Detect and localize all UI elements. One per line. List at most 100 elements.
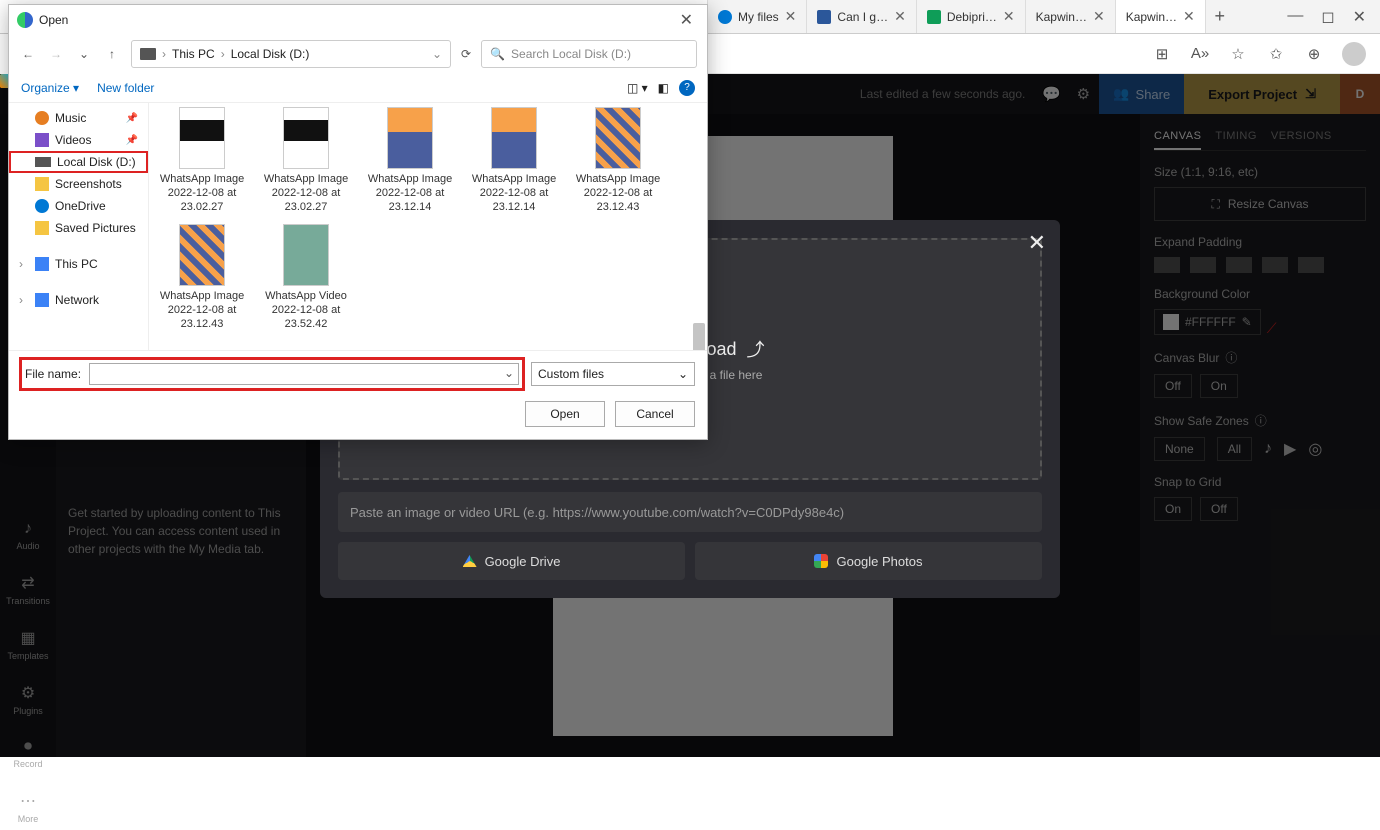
google-drive-button[interactable]: Google Drive	[338, 542, 685, 580]
new-folder-button[interactable]: New folder	[97, 81, 154, 95]
share-button[interactable]: 👥Share	[1099, 74, 1184, 114]
browser-tab[interactable]: My files✕	[708, 0, 807, 33]
browser-tab[interactable]: Can I g…✕	[807, 0, 916, 33]
file-item[interactable]: WhatsApp Image 2022-12-08 at 23.02.27	[261, 107, 351, 214]
layout-opt[interactable]	[1298, 257, 1324, 273]
layout-opt[interactable]	[1226, 257, 1252, 273]
apps-icon[interactable]: ⊞	[1152, 44, 1172, 64]
scrollbar[interactable]	[691, 103, 707, 350]
sidebar-item-more[interactable]: ⋯More	[0, 785, 56, 830]
expand-padding-options[interactable]	[1154, 257, 1366, 273]
file-item[interactable]: WhatsApp Image 2022-12-08 at 23.12.43	[157, 224, 247, 331]
tree-item-local-disk-d-[interactable]: Local Disk (D:)	[9, 151, 148, 173]
file-item[interactable]: WhatsApp Image 2022-12-08 at 23.12.14	[365, 107, 455, 214]
snap-off-toggle[interactable]: Off	[1200, 497, 1238, 521]
file-name-input[interactable]	[89, 363, 519, 385]
favorite-star-icon[interactable]: ☆	[1228, 44, 1248, 64]
file-name-row: File name:	[21, 359, 523, 389]
tab-timing[interactable]: TIMING	[1215, 124, 1257, 150]
tree-item-this-pc[interactable]: ›This PC	[9, 253, 148, 275]
close-icon[interactable]: ✕	[1093, 8, 1105, 25]
maximize-icon[interactable]: ◻	[1321, 7, 1334, 27]
tree-item-music[interactable]: Music📌	[9, 107, 148, 129]
view-layout-icon[interactable]: ◫ ▾	[627, 81, 648, 95]
address-breadcrumb[interactable]: › This PC › Local Disk (D:) ⌄	[131, 40, 451, 68]
close-icon[interactable]: ✕	[785, 8, 797, 25]
tree-item-saved-pictures[interactable]: Saved Pictures	[9, 217, 148, 239]
close-icon[interactable]: ✕	[1353, 7, 1366, 27]
blur-on-toggle[interactable]: On	[1200, 374, 1238, 398]
browser-tab[interactable]: Kapwin…✕	[1026, 0, 1116, 33]
layout-opt[interactable]	[1190, 257, 1216, 273]
back-arrow-icon[interactable]: ←	[19, 47, 37, 61]
eyedropper-icon[interactable]: ✎	[1242, 315, 1252, 329]
file-thumbnail	[283, 107, 329, 169]
export-project-button[interactable]: Export Project⇲	[1184, 74, 1340, 114]
file-list: WhatsApp Image 2022-12-08 at 23.02.27Wha…	[149, 103, 707, 350]
chevron-down-icon[interactable]: ⌄	[75, 47, 93, 61]
safezone-all[interactable]: All	[1217, 437, 1252, 461]
scrollbar-thumb[interactable]	[693, 323, 705, 350]
snap-on-toggle[interactable]: On	[1154, 497, 1192, 521]
forward-arrow-icon[interactable]: →	[47, 47, 65, 61]
tab-canvas[interactable]: CANVAS	[1154, 124, 1201, 150]
layout-opt[interactable]	[1262, 257, 1288, 273]
blur-off-toggle[interactable]: Off	[1154, 374, 1192, 398]
close-icon[interactable]: ✕	[1183, 8, 1195, 25]
sidebar-item-record[interactable]: ⏺Record	[0, 732, 56, 775]
info-icon[interactable]: ⓘ	[1255, 412, 1267, 429]
bg-hex-display[interactable]: #FFFFFF✎	[1154, 309, 1261, 335]
info-icon[interactable]: ⓘ	[1225, 349, 1237, 366]
up-arrow-icon[interactable]: ↑	[103, 47, 121, 61]
safezone-none[interactable]: None	[1154, 437, 1205, 461]
minimize-icon[interactable]: —	[1287, 7, 1303, 27]
layout-opt[interactable]	[1154, 257, 1180, 273]
tab-versions[interactable]: VERSIONS	[1271, 124, 1332, 150]
organize-menu[interactable]: Organize ▾	[21, 81, 79, 95]
comments-icon[interactable]: 💬	[1035, 78, 1067, 110]
file-type-select[interactable]: Custom files⌄	[531, 362, 695, 386]
file-item[interactable]: WhatsApp Image 2022-12-08 at 23.12.14	[469, 107, 559, 214]
instagram-icon[interactable]: ◎	[1308, 439, 1322, 459]
close-icon[interactable]: ✕	[1003, 8, 1015, 25]
resize-canvas-button[interactable]: ⛶Resize Canvas	[1154, 187, 1366, 221]
refresh-icon[interactable]: ⟳	[461, 47, 471, 61]
close-icon[interactable]: ✕	[894, 8, 906, 25]
search-input[interactable]: 🔍 Search Local Disk (D:)	[481, 40, 697, 68]
settings-gear-icon[interactable]: ⚙	[1067, 78, 1099, 110]
tree-item-videos[interactable]: Videos📌	[9, 129, 148, 151]
file-item[interactable]: WhatsApp Image 2022-12-08 at 23.02.27	[157, 107, 247, 214]
profile-avatar[interactable]	[1342, 42, 1366, 66]
user-avatar[interactable]: D	[1340, 74, 1380, 114]
expand-padding-label: Expand Padding	[1154, 235, 1366, 249]
sidebar-item-templates[interactable]: ▦Templates	[0, 622, 56, 667]
tree-item-screenshots[interactable]: Screenshots	[9, 173, 148, 195]
favorites-list-icon[interactable]: ✩	[1266, 44, 1286, 64]
open-button[interactable]: Open	[525, 401, 605, 427]
sidebar-item-transitions[interactable]: ⇄Transitions	[0, 567, 56, 612]
read-aloud-icon[interactable]: A»	[1190, 44, 1210, 64]
file-item[interactable]: WhatsApp Image 2022-12-08 at 23.12.43	[573, 107, 663, 214]
file-item[interactable]: WhatsApp Video 2022-12-08 at 23.52.42	[261, 224, 351, 331]
cancel-button[interactable]: Cancel	[615, 401, 695, 427]
new-tab-button[interactable]: +	[1206, 3, 1234, 31]
preview-pane-icon[interactable]: ◧	[658, 81, 669, 95]
browser-tab[interactable]: Debipri…✕	[917, 0, 1026, 33]
file-thumbnail	[179, 107, 225, 169]
sidebar-item-plugins[interactable]: ⚙Plugins	[0, 677, 56, 722]
help-icon[interactable]: ?	[679, 80, 695, 96]
browser-tab[interactable]: Kapwin…✕	[1116, 0, 1206, 33]
sidebar-item-audio[interactable]: ♪Audio	[0, 514, 56, 557]
close-icon[interactable]: ✕	[674, 10, 699, 30]
url-paste-input[interactable]: Paste an image or video URL (e.g. https:…	[338, 492, 1042, 532]
google-photos-button[interactable]: Google Photos	[695, 542, 1042, 580]
youtube-icon[interactable]: ▶	[1284, 439, 1296, 459]
chevron-down-icon[interactable]: ⌄	[432, 47, 442, 61]
tiktok-icon[interactable]: ♪	[1264, 440, 1272, 458]
close-icon[interactable]: ✕	[1028, 230, 1046, 256]
collections-icon[interactable]: ⊕	[1304, 44, 1324, 64]
tree-item-network[interactable]: ›Network	[9, 289, 148, 311]
tree-item-onedrive[interactable]: OneDrive	[9, 195, 148, 217]
folder-icon	[35, 221, 49, 235]
current-swatch	[1163, 314, 1179, 330]
